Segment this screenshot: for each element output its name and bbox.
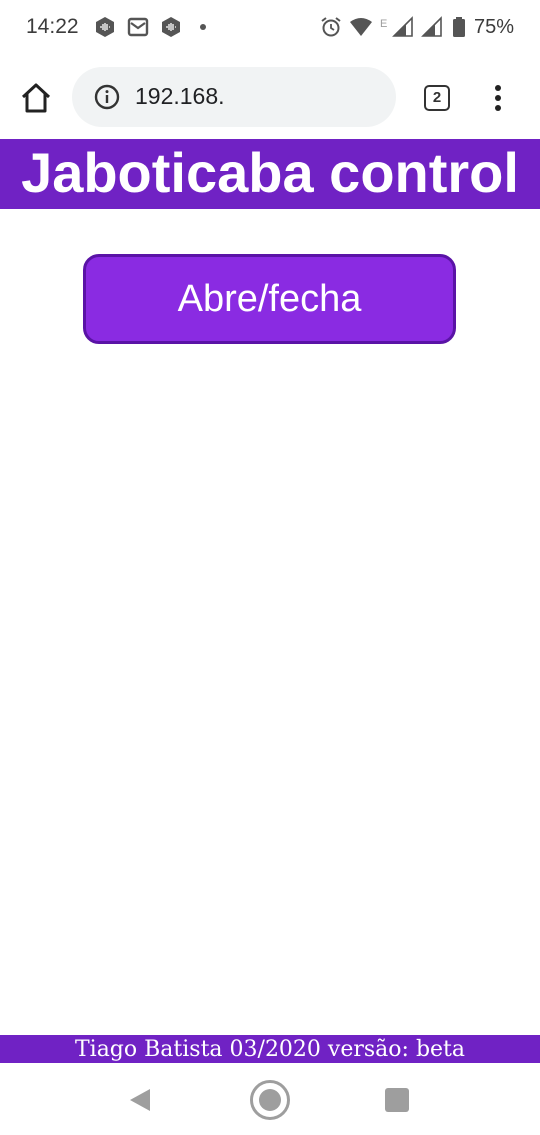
svg-text:E: E (380, 18, 387, 30)
url-redaction (228, 82, 318, 110)
browser-toolbar: 192.168. 2 (0, 56, 540, 138)
url-text[interactable]: 192.168. (135, 83, 225, 110)
home-icon[interactable] (18, 80, 54, 116)
signal-app-icon (162, 17, 180, 37)
page-footer: Tiago Batista 03/2020 versão: beta (0, 1035, 540, 1063)
status-bar: 14:22 E 75% (0, 0, 540, 56)
footer-text: Tiago Batista 03/2020 versão: beta (74, 1037, 466, 1062)
signal-app-icon (96, 17, 114, 37)
system-nav-bar (0, 1063, 540, 1135)
back-icon[interactable] (128, 1087, 152, 1113)
recents-icon[interactable] (385, 1088, 409, 1112)
battery-percent: 75% (474, 16, 515, 38)
dot-icon (200, 24, 206, 30)
home-icon[interactable] (249, 1079, 291, 1121)
battery-icon (453, 17, 465, 37)
more-vert-icon[interactable] (486, 80, 510, 116)
cell-signal-icon: E (380, 16, 413, 37)
open-close-button[interactable]: Abre/fecha (83, 254, 456, 344)
page-header: Jaboticaba control (0, 139, 540, 209)
cell-signal-icon (421, 16, 442, 37)
page-title: Jaboticaba control (21, 141, 519, 204)
address-bar[interactable]: 192.168. (72, 67, 396, 127)
gmail-icon (127, 17, 149, 37)
tab-switcher-button[interactable]: 2 (424, 85, 450, 111)
info-icon[interactable] (94, 84, 120, 110)
wifi-icon (350, 18, 372, 36)
status-time: 14:22 (26, 15, 79, 38)
alarm-icon (321, 17, 341, 37)
